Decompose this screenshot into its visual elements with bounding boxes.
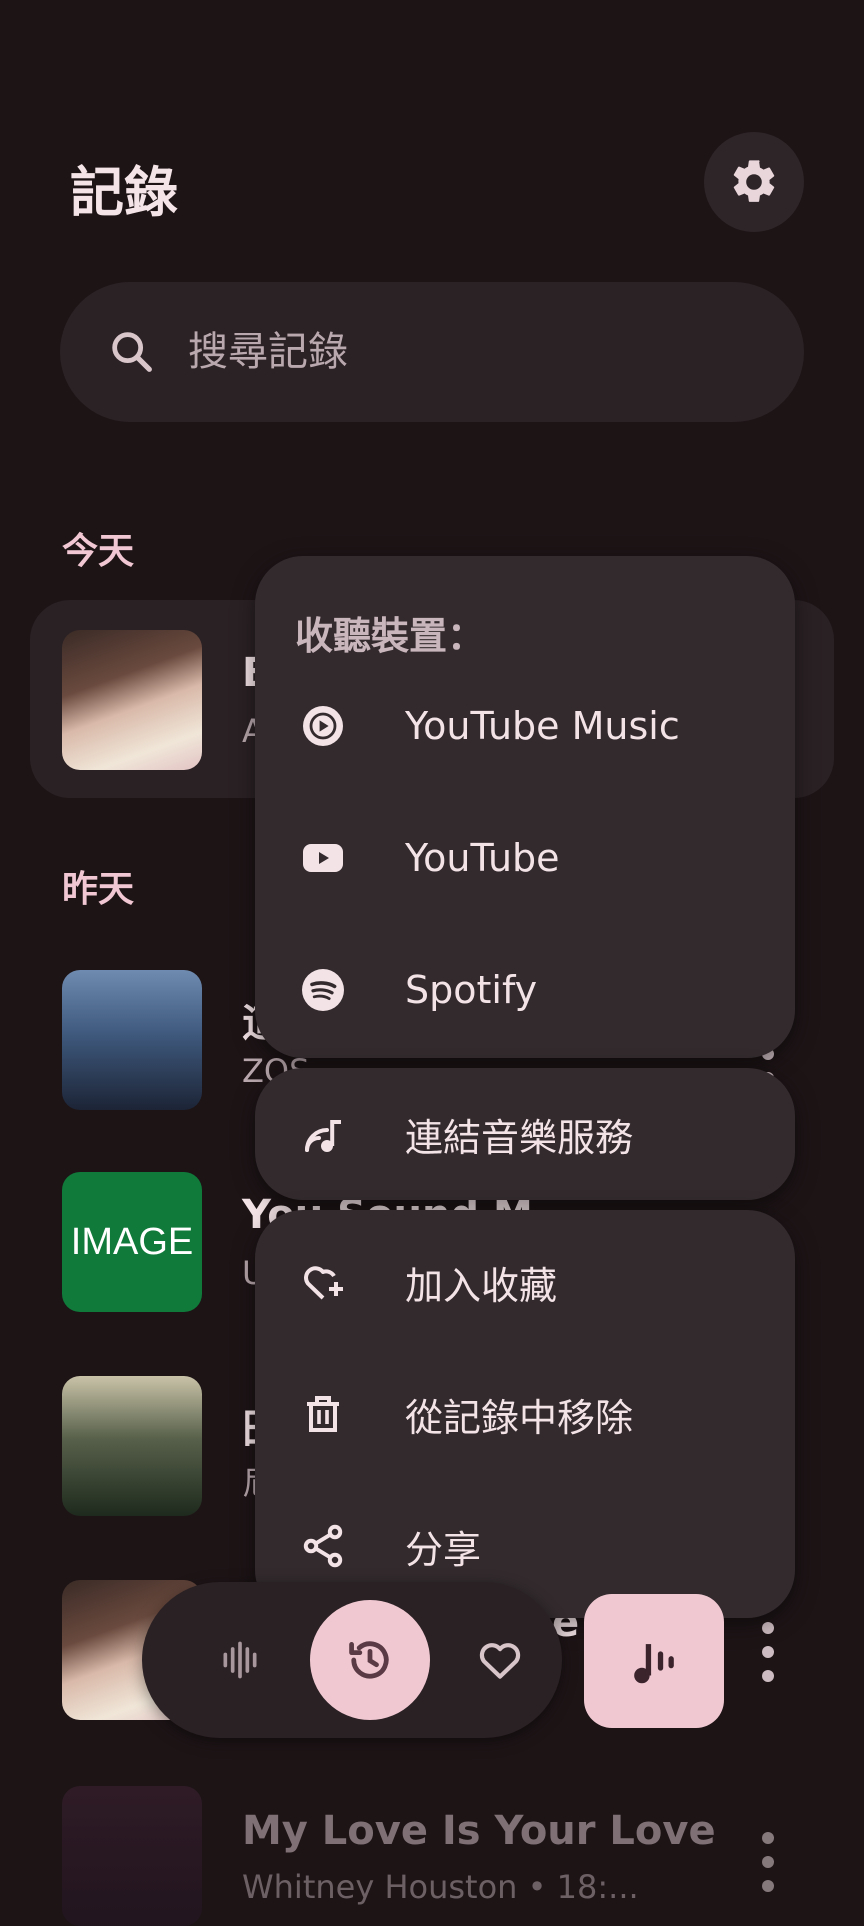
album-art (62, 1376, 202, 1516)
image-placeholder-text: IMAGE (70, 1220, 194, 1263)
connect-music-icon (293, 1104, 353, 1164)
connect-service-menu: 連結音樂服務 (255, 1068, 795, 1200)
album-art (62, 1786, 202, 1926)
menu-header: 收聽裝置： (295, 614, 486, 658)
menu-item-label: 加入收藏 (405, 1263, 558, 1308)
search-input[interactable] (186, 328, 750, 376)
menu-item-label: YouTube Music (405, 704, 680, 748)
page-title: 記錄 (70, 161, 178, 224)
nav-recognize-button[interactable] (180, 1600, 300, 1720)
music-recognize-icon (634, 1644, 674, 1684)
trash-icon (293, 1384, 353, 1444)
more-options-button[interactable] (748, 1832, 788, 1892)
section-today: 今天 (62, 531, 135, 572)
row-subtitle: Whitney Houston • 18:... (242, 1868, 639, 1906)
spotify-icon (293, 960, 353, 1020)
search-bar[interactable] (60, 282, 804, 422)
album-art (62, 970, 202, 1110)
waveform-icon (223, 1641, 257, 1679)
gear-icon (733, 160, 775, 202)
more-options-button[interactable] (748, 1622, 788, 1682)
youtube-icon (293, 828, 353, 888)
actions-menu: 加入收藏 從記錄中移除 分享 (255, 1210, 795, 1618)
share-icon (293, 1516, 353, 1576)
nav-history-button[interactable] (310, 1600, 430, 1720)
menu-item-label: YouTube (405, 836, 560, 880)
menu-item-label: 分享 (405, 1527, 482, 1572)
recognize-song-fab[interactable] (584, 1594, 724, 1728)
menu-item-spotify[interactable]: Spotify (255, 924, 795, 1056)
menu-item-add-favorite[interactable]: 加入收藏 (255, 1216, 795, 1348)
heart-add-icon (293, 1252, 353, 1312)
menu-item-youtube[interactable]: YouTube (255, 792, 795, 924)
bottom-nav (142, 1582, 562, 1738)
listen-on-menu: 收聽裝置： YouTube Music YouTube Spotify (255, 556, 795, 1058)
heart-icon (479, 1643, 521, 1679)
album-art (62, 630, 202, 770)
menu-item-label: 連結音樂服務 (405, 1115, 634, 1160)
menu-item-label: 從記錄中移除 (405, 1395, 634, 1440)
menu-item-remove-from-history[interactable]: 從記錄中移除 (255, 1348, 795, 1480)
section-yesterday: 昨天 (62, 869, 135, 910)
nav-favorites-button[interactable] (440, 1600, 560, 1720)
menu-item-label: Spotify (405, 968, 538, 1012)
menu-item-connect-music-service[interactable]: 連結音樂服務 (255, 1068, 795, 1200)
menu-item-youtube-music[interactable]: YouTube Music (255, 660, 795, 792)
album-art-placeholder: IMAGE (62, 1172, 202, 1312)
search-icon (104, 324, 160, 380)
history-icon (349, 1641, 389, 1679)
row-title: My Love Is Your Love (242, 1808, 716, 1854)
settings-button[interactable] (704, 132, 804, 232)
youtube-music-icon (293, 696, 353, 756)
